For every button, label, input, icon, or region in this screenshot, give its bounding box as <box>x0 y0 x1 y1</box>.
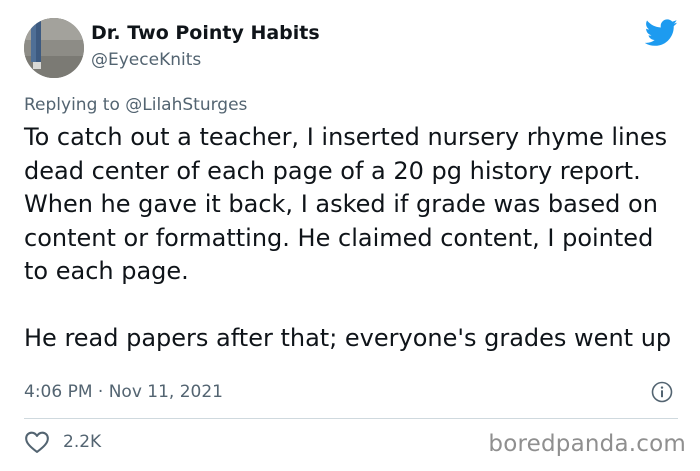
replying-to-label: Replying to <box>24 95 120 115</box>
like-count: 2.2K <box>63 432 102 452</box>
tweet-text: To catch out a teacher, I inserted nurse… <box>24 121 684 356</box>
heart-icon[interactable] <box>24 430 50 454</box>
avatar-photo <box>24 18 84 78</box>
replying-to-line: Replying to @LilahSturges <box>24 95 247 115</box>
reply-mention-link[interactable]: @LilahSturges <box>125 95 247 115</box>
avatar[interactable] <box>24 18 84 78</box>
tweet-paragraph: To catch out a teacher, I inserted nurse… <box>24 123 668 285</box>
twitter-bird-icon[interactable] <box>645 19 678 47</box>
info-icon[interactable] <box>651 381 673 403</box>
author-handle[interactable]: @EyeceKnits <box>91 50 201 70</box>
author-display-name[interactable]: Dr. Two Pointy Habits <box>91 22 320 44</box>
tweet-timestamp[interactable]: 4:06 PM · Nov 11, 2021 <box>24 382 223 402</box>
tweet-paragraph: He read papers after that; everyone's gr… <box>24 324 672 352</box>
watermark: boredpanda.com <box>488 431 686 457</box>
divider <box>24 418 678 419</box>
